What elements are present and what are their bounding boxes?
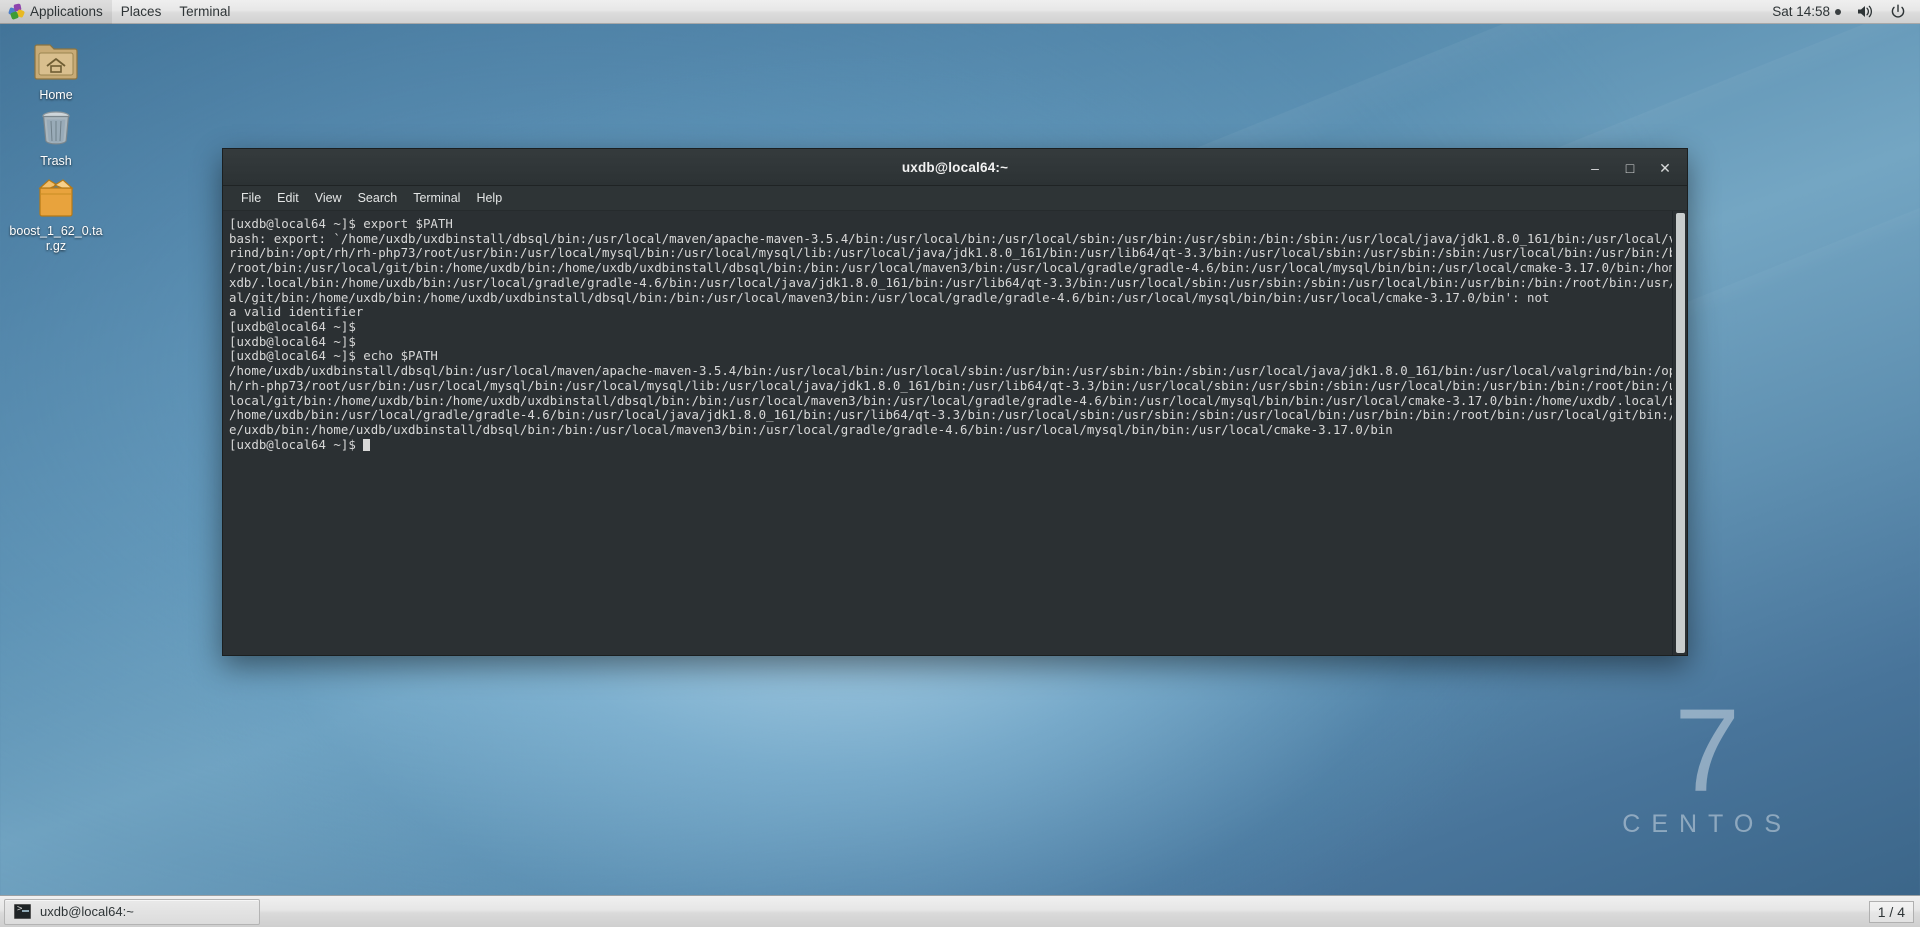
menu-applications[interactable]: Applications: [0, 0, 112, 24]
terminal-title: uxdb@local64:~: [901, 159, 1009, 175]
bottom-panel: uxdb@local64:~ 1 / 4: [0, 895, 1920, 927]
terminal-window[interactable]: uxdb@local64:~ – □ ✕ File Edit View Sear…: [222, 148, 1688, 656]
workspace-switcher[interactable]: 1 / 4: [1868, 900, 1914, 923]
menu-terminal-label: Terminal: [179, 4, 231, 19]
centos-version-number: 7: [1674, 685, 1740, 818]
desktop-icon-archive-label: boost_1_62_0.tar.gz: [9, 224, 103, 253]
desktop-icon-home[interactable]: Home: [8, 32, 104, 103]
menu-terminal[interactable]: Terminal: [170, 0, 239, 24]
taskbar-item-label: uxdb@local64:~: [40, 904, 134, 919]
top-panel: Applications Places Terminal Sat 14:58: [0, 0, 1920, 24]
menu-item-terminal[interactable]: Terminal: [405, 189, 468, 207]
maximize-icon[interactable]: □: [1622, 160, 1638, 176]
terminal-output[interactable]: [uxdb@local64 ~]$ export $PATH bash: exp…: [223, 211, 1672, 655]
clock-label: Sat 14:58: [1772, 4, 1830, 19]
clock[interactable]: Sat 14:58: [1764, 4, 1849, 19]
menu-item-edit[interactable]: Edit: [269, 189, 307, 207]
speaker-icon: [1858, 5, 1872, 18]
power-button[interactable]: [1882, 0, 1914, 24]
menu-applications-label: Applications: [30, 4, 103, 19]
trash-icon: [8, 98, 104, 150]
desktop-icon-trash[interactable]: Trash: [8, 98, 104, 169]
menu-places[interactable]: Places: [112, 0, 171, 24]
notification-dot-icon: [1835, 8, 1841, 15]
archive-icon: [8, 168, 104, 220]
minimize-icon[interactable]: –: [1587, 160, 1603, 176]
terminal-menu-bar: File Edit View Search Terminal Help: [223, 186, 1687, 211]
menu-item-view[interactable]: View: [307, 189, 350, 207]
terminal-icon: [14, 904, 31, 919]
menu-item-help[interactable]: Help: [468, 189, 510, 207]
terminal-scrollbar[interactable]: [1672, 211, 1687, 655]
window-controls: – □ ✕: [1587, 149, 1679, 186]
panel-menu-group: Applications Places Terminal: [0, 0, 239, 24]
volume-button[interactable]: [1849, 0, 1882, 24]
close-icon[interactable]: ✕: [1657, 160, 1673, 176]
folder-home-icon: [8, 32, 104, 84]
centos-wallpaper-brand: 7 CENTOS: [1622, 685, 1792, 839]
desktop-icon-trash-label: Trash: [40, 154, 72, 168]
desktop-icon-archive[interactable]: boost_1_62_0.tar.gz: [8, 168, 104, 254]
terminal-cursor: [363, 438, 371, 451]
power-icon: [1891, 4, 1905, 18]
gnome-foot-icon: [8, 3, 26, 20]
terminal-scrollbar-thumb[interactable]: [1676, 213, 1685, 653]
terminal-body[interactable]: [uxdb@local64 ~]$ export $PATH bash: exp…: [223, 211, 1687, 655]
taskbar-item-terminal[interactable]: uxdb@local64:~: [4, 898, 260, 925]
terminal-title-bar[interactable]: uxdb@local64:~ – □ ✕: [223, 149, 1687, 186]
menu-places-label: Places: [120, 4, 162, 19]
centos-wordmark: CENTOS: [1622, 810, 1792, 838]
menu-item-search[interactable]: Search: [350, 189, 406, 207]
menu-item-file[interactable]: File: [233, 189, 269, 207]
panel-status-area: Sat 14:58: [1764, 0, 1920, 24]
